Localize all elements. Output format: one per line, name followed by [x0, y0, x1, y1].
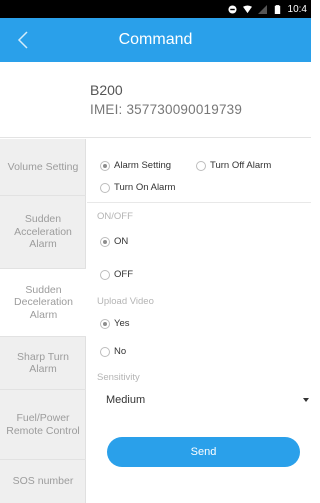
- status-bar: 10:4: [0, 0, 311, 18]
- radio-label: Alarm Setting: [114, 160, 172, 171]
- sidebar-item-sharp-turn[interactable]: Sharp Turn Alarm: [0, 337, 86, 389]
- signal-icon: [257, 4, 267, 14]
- radio-off[interactable]: OFF: [100, 269, 133, 280]
- app-bar: Command: [0, 18, 311, 62]
- radio-unselected-icon: [100, 346, 110, 357]
- battery-icon: [274, 4, 280, 14]
- radio-selected-icon: [100, 160, 110, 171]
- page-title: Command: [118, 31, 193, 48]
- radio-label: OFF: [114, 269, 133, 280]
- section-divider: [87, 202, 311, 203]
- sensitivity-value: Medium: [106, 394, 146, 406]
- radio-selected-icon: [100, 318, 110, 329]
- sidebar-item-sudden-deceleration[interactable]: Sudden Deceleration Alarm: [0, 269, 87, 336]
- radio-unselected-icon: [196, 160, 206, 171]
- upload-video-label: Upload Video: [97, 296, 154, 307]
- sidebar-item-sos-number[interactable]: SOS number: [0, 460, 86, 503]
- radio-label: No: [114, 346, 127, 357]
- command-sidebar: Volume Setting Sudden Acceleration Alarm…: [0, 139, 87, 503]
- do-not-disturb-icon: [227, 4, 237, 14]
- sidebar-item-label: Sharp Turn Alarm: [17, 350, 69, 376]
- sensitivity-label: Sensitivity: [97, 372, 140, 383]
- radio-on[interactable]: ON: [100, 236, 128, 247]
- send-button[interactable]: Send: [107, 437, 300, 467]
- device-info: B200 IMEI: 357730090019739: [0, 62, 311, 138]
- radio-unselected-icon: [100, 269, 110, 280]
- device-name: B200: [90, 82, 123, 98]
- radio-alarm-setting[interactable]: Alarm Setting: [100, 160, 171, 171]
- sidebar-item-label: Volume Setting: [7, 160, 79, 173]
- radio-yes[interactable]: Yes: [100, 318, 130, 329]
- sidebar-item-volume-setting[interactable]: Volume Setting: [0, 139, 86, 195]
- sensitivity-select[interactable]: Medium: [97, 389, 311, 413]
- device-imei: IMEI: 357730090019739: [90, 102, 243, 117]
- radio-no[interactable]: No: [100, 346, 126, 357]
- command-form: Alarm Setting Turn Off Alarm Turn On Ala…: [87, 139, 311, 503]
- status-time: 10:4: [287, 3, 307, 15]
- radio-label: Yes: [114, 318, 130, 329]
- sidebar-item-label: Sudden Acceleration Alarm: [14, 213, 72, 251]
- radio-turn-on-alarm[interactable]: Turn On Alarm: [100, 182, 175, 193]
- radio-turn-off-alarm[interactable]: Turn Off Alarm: [196, 160, 271, 171]
- radio-label: Turn Off Alarm: [210, 160, 272, 171]
- onoff-label: ON/OFF: [97, 211, 133, 222]
- sidebar-item-label: Fuel/Power Remote Control: [6, 412, 80, 437]
- sidebar-item-label: Sudden Deceleration Alarm: [14, 283, 73, 321]
- sidebar-item-sudden-acceleration[interactable]: Sudden Acceleration Alarm: [0, 196, 86, 268]
- radio-unselected-icon: [100, 182, 110, 193]
- sidebar-item-fuel-power[interactable]: Fuel/Power Remote Control: [0, 390, 86, 459]
- radio-label: Turn On Alarm: [114, 182, 176, 193]
- radio-label: ON: [114, 236, 129, 247]
- radio-selected-icon: [100, 236, 110, 247]
- sidebar-item-label: SOS number: [12, 475, 74, 488]
- wifi-icon: [242, 4, 252, 13]
- dropdown-caret-icon: [303, 398, 309, 402]
